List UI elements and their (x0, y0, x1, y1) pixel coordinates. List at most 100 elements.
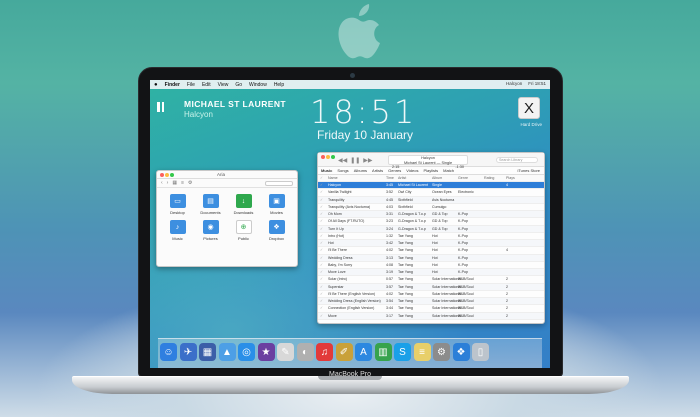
table-row[interactable]: ✓ I'll Be There 4:02 Tae Yang Hot K-Pop 4 (318, 247, 544, 255)
row-checkbox[interactable]: ✓ (318, 285, 328, 289)
next-icon[interactable]: ▶▶ (363, 157, 372, 164)
column-header-artist[interactable]: Artist (398, 176, 432, 180)
folder-documents[interactable]: ▤ Documents (194, 194, 227, 215)
column-header-name[interactable]: Name (328, 176, 386, 180)
trash-icon[interactable]: ▯ (472, 343, 489, 361)
itunes-search-input[interactable]: Search Library (496, 157, 538, 163)
system-preferences-icon[interactable]: ⚙ (433, 343, 450, 361)
row-checkbox[interactable]: ✓ (318, 234, 328, 238)
folder-public[interactable]: ⊕ Public (227, 220, 260, 241)
notes-icon[interactable]: ≡ (413, 343, 431, 361)
menu-now-playing[interactable]: Halcyon (506, 81, 522, 86)
row-checkbox[interactable]: ✓ (318, 292, 328, 296)
row-checkbox[interactable]: ✓ (318, 183, 328, 187)
itunes-close-button[interactable] (321, 155, 325, 159)
row-checkbox[interactable]: ✓ (318, 248, 328, 252)
safari-icon[interactable]: ◎ (238, 343, 255, 361)
keynote-icon[interactable]: ▲ (218, 343, 236, 361)
row-checkbox[interactable]: ✓ (318, 205, 328, 209)
table-row[interactable]: ✓ Wedding Dress 3:13 Tae Yang Hot K-Pop (318, 254, 544, 262)
column-header-album[interactable]: Album (432, 176, 458, 180)
folder-desktop[interactable]: ▭ Desktop (161, 194, 194, 215)
view-icon[interactable]: ▦ (172, 180, 177, 186)
finder-icon[interactable]: ☺ (160, 343, 177, 361)
menu-file[interactable]: File (187, 82, 195, 88)
folder-pictures[interactable]: ◉ Pictures (194, 220, 227, 241)
column-header-plays[interactable]: Plays (506, 176, 526, 180)
mission-control-icon[interactable]: ▦ (199, 343, 216, 361)
list-view-icon[interactable]: ≡ (181, 180, 184, 186)
table-row[interactable]: ✓ Solar (Intro) 0:57 Tae Yang Solar Internat… (318, 276, 544, 284)
menu-view[interactable]: View (218, 82, 229, 88)
row-checkbox[interactable]: ✓ (318, 212, 328, 216)
app-store-icon[interactable]: A (355, 343, 372, 361)
pencil-icon[interactable]: ✐ (335, 343, 353, 361)
launchpad-icon[interactable]: ✈ (179, 343, 197, 361)
row-checkbox[interactable]: ✓ (318, 198, 328, 202)
folder-movies[interactable]: ▣ Movies (260, 194, 293, 215)
menu-help[interactable]: Help (274, 82, 284, 88)
table-row[interactable]: ✓ I'll Be There (English Version) 4:02 Tae … (318, 291, 544, 298)
zoom-button[interactable] (170, 173, 174, 177)
imovie-icon[interactable]: ★ (257, 343, 275, 361)
table-row[interactable]: ✓ Tranquility 4:45 Sixthfield Avis Nocturna (318, 196, 544, 204)
photos-icon[interactable]: ◐ (296, 343, 314, 361)
textedit-icon[interactable]: ✎ (277, 343, 294, 361)
itunes-minimize-button[interactable] (326, 155, 330, 159)
menu-clock[interactable]: Fri 18:51 (528, 81, 546, 86)
table-row[interactable]: ✓ Halcyon 3:45 Michael St Laurent Single 4 (318, 182, 544, 190)
row-checkbox[interactable]: ✓ (318, 256, 328, 260)
column-header-time[interactable]: Time (386, 176, 398, 180)
table-row[interactable]: ✓ Vanilla Twilight 3:52 Owl City Ocean Eyes E… (318, 189, 544, 197)
action-icon[interactable]: ⚙ (188, 180, 192, 186)
finder-search-input[interactable] (265, 180, 293, 186)
row-checkbox[interactable]: ✓ (318, 299, 328, 303)
table-row[interactable]: ✓ Connection (English Version) 3:44 Tae Yan… (318, 305, 544, 313)
table-row[interactable]: ✓ Hot 3:42 Tae Yang Hot K-Pop (318, 240, 544, 248)
menu-edit[interactable]: Edit (202, 82, 211, 88)
back-icon[interactable]: ‹ (161, 180, 163, 186)
dropbox-dock-icon[interactable]: ❖ (452, 343, 470, 361)
row-checkbox[interactable]: ✓ (318, 227, 328, 231)
tab-albums[interactable]: Albums (354, 168, 367, 173)
skype-icon[interactable]: S (394, 343, 411, 361)
hard-drive-icon[interactable]: X (518, 97, 540, 119)
folder-dropbox[interactable]: ❖ Dropbox (260, 220, 293, 241)
row-checkbox[interactable]: ✓ (318, 277, 328, 281)
tab-itunes-store[interactable]: iTunes Store (517, 168, 540, 173)
numbers-icon[interactable]: ▥ (374, 343, 392, 361)
table-row[interactable]: ✓ Tranquility (Avis Nocturna) 4:03 Sixthfie… (318, 204, 544, 211)
minimize-button[interactable] (165, 173, 169, 177)
menu-window[interactable]: Window (249, 82, 267, 88)
apple-menu-icon[interactable]: ● (154, 82, 158, 88)
table-row[interactable]: ✓ Of All Days (FT.RUTO) 3:23 G-Dragon & T.o… (318, 218, 544, 226)
pause-control-icon[interactable]: ❚❚ (350, 157, 360, 164)
table-row[interactable]: ✓ Intro (Hot) 1:32 Tae Yang Hot K-Pop (318, 233, 544, 240)
table-row[interactable]: ✓ Move Love 3:19 Tae Yang Hot K-Pop (318, 269, 544, 277)
tab-artists[interactable]: Artists (372, 168, 383, 173)
tab-music[interactable]: Music (321, 168, 332, 173)
row-checkbox[interactable]: ✓ (318, 241, 328, 245)
table-row[interactable]: ✓ Superstar 3:57 Tae Yang Solar Internationa… (318, 283, 544, 291)
row-checkbox[interactable]: ✓ (318, 219, 328, 223)
folder-downloads[interactable]: ↓ Downloads (227, 194, 260, 215)
table-row[interactable]: ✓ Wedding Dress (English Version) 3:54 Tae … (318, 298, 544, 306)
close-button[interactable] (160, 173, 164, 177)
row-checkbox[interactable]: ✓ (318, 314, 328, 318)
itunes-zoom-button[interactable] (331, 155, 335, 159)
table-row[interactable]: ✓ Turn It Up 3:24 G-Dragon & T.o.p GD & Top K… (318, 225, 544, 233)
forward-icon[interactable]: › (167, 180, 169, 186)
tab-songs[interactable]: Songs (337, 168, 348, 173)
column-header-rating[interactable]: Rating (484, 176, 506, 180)
itunes-icon[interactable]: ♫ (316, 343, 333, 361)
row-checkbox[interactable]: ✓ (318, 270, 328, 274)
folder-music[interactable]: ♪ Music (161, 220, 194, 241)
table-row[interactable]: ✓ Oh Mom 3:31 G-Dragon & T.o.p GD & Top K-Pop (318, 211, 544, 219)
column-header-genre[interactable]: Genre (458, 176, 484, 180)
lcd-progress[interactable]: 2:15 -1:30 (389, 165, 467, 170)
row-checkbox[interactable]: ✓ (318, 263, 328, 267)
table-row[interactable]: ✓ Baby, I'm Sorry 4:08 Tae Yang Hot K-Pop (318, 262, 544, 269)
pause-icon[interactable] (156, 102, 166, 114)
header-checkbox[interactable]: ✓ (318, 176, 328, 180)
menu-app-name[interactable]: Finder (165, 82, 180, 88)
